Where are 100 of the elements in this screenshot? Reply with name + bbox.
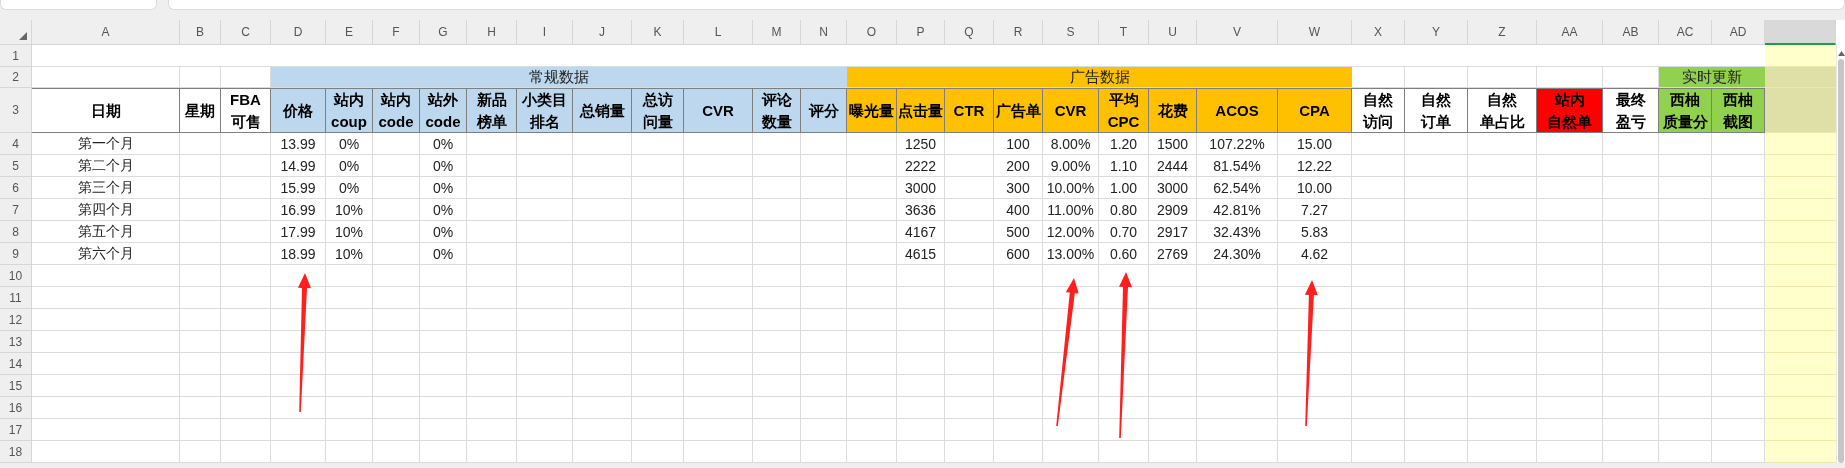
- column-header[interactable]: G: [420, 20, 467, 45]
- header-text: code: [378, 111, 414, 132]
- column-header[interactable]: [1765, 20, 1836, 45]
- table-cell: 600: [994, 243, 1043, 265]
- table-cell: 1.10: [1099, 155, 1149, 177]
- row-header[interactable]: 12: [0, 309, 32, 331]
- header-text: CTR: [953, 100, 985, 121]
- group-header: 实时更新: [1659, 67, 1765, 88]
- table-cell: 2769: [1149, 243, 1197, 265]
- header-text: 榜单: [476, 111, 507, 132]
- column-header[interactable]: T: [1099, 20, 1149, 45]
- scroll-up-icon[interactable]: [1837, 51, 1845, 56]
- row-header[interactable]: 10: [0, 265, 32, 287]
- header-text: 截图: [1723, 111, 1753, 132]
- header-text: 小类目: [522, 89, 567, 110]
- column-header[interactable]: R: [994, 20, 1043, 45]
- column-header[interactable]: V: [1197, 20, 1278, 45]
- table-cell: 1.00: [1099, 177, 1149, 199]
- column-header[interactable]: S: [1043, 20, 1099, 45]
- header-text: 花费: [1157, 100, 1188, 121]
- table-cell: 0%: [420, 133, 467, 155]
- column-header[interactable]: I: [517, 20, 573, 45]
- column-header[interactable]: AD: [1712, 20, 1765, 45]
- table-cell: 4.62: [1278, 243, 1352, 265]
- column-header[interactable]: H: [467, 20, 517, 45]
- row-header[interactable]: 6: [0, 177, 32, 199]
- corner-triangle-icon: [19, 32, 27, 40]
- header-text: 自然: [1421, 89, 1451, 110]
- header-text: 新品: [476, 89, 507, 110]
- header-text: 广告单: [995, 100, 1041, 121]
- table-cell: 3000: [897, 177, 945, 199]
- column-header[interactable]: F: [373, 20, 420, 45]
- row-header[interactable]: 2: [0, 67, 32, 88]
- table-cell: 第一个月: [32, 133, 180, 155]
- column-header[interactable]: E: [326, 20, 373, 45]
- column-header[interactable]: U: [1149, 20, 1197, 45]
- column-header[interactable]: D: [271, 20, 326, 45]
- table-cell: 10.00: [1278, 177, 1352, 199]
- select-all-corner[interactable]: [0, 20, 32, 45]
- column-header[interactable]: AB: [1603, 20, 1659, 45]
- row-header[interactable]: 17: [0, 419, 32, 441]
- column-header[interactable]: X: [1352, 20, 1405, 45]
- table-cell: 0%: [420, 177, 467, 199]
- header-text: 最终: [1615, 89, 1646, 110]
- header-text: 评论: [761, 89, 792, 110]
- column-header[interactable]: C: [221, 20, 271, 45]
- table-cell: 16.99: [271, 199, 326, 221]
- column-header[interactable]: A: [32, 20, 180, 45]
- table-cell: 18.99: [271, 243, 326, 265]
- table-cell: 10%: [326, 221, 373, 243]
- table-cell: 8.00%: [1043, 133, 1099, 155]
- column-header[interactable]: N: [801, 20, 847, 45]
- row-header[interactable]: 18: [0, 441, 32, 463]
- header-text: 平均: [1108, 89, 1139, 110]
- column-header[interactable]: J: [573, 20, 632, 45]
- table-cell: 13.99: [271, 133, 326, 155]
- name-box[interactable]: [0, 0, 157, 10]
- table-cell: 12.22: [1278, 155, 1352, 177]
- row-header[interactable]: 13: [0, 331, 32, 353]
- column-header[interactable]: P: [897, 20, 945, 45]
- column-header[interactable]: Q: [945, 20, 994, 45]
- column-header[interactable]: Y: [1405, 20, 1468, 45]
- row-header[interactable]: 1: [0, 45, 32, 67]
- table-cell: 100: [994, 133, 1043, 155]
- row-header[interactable]: 3: [0, 88, 32, 133]
- header-text: 排名: [529, 111, 560, 132]
- column-header[interactable]: Z: [1468, 20, 1537, 45]
- header-text: 问量: [642, 111, 673, 132]
- row-header[interactable]: 4: [0, 133, 32, 155]
- scrollbar-thumb[interactable]: [1838, 59, 1844, 463]
- column-header[interactable]: AA: [1537, 20, 1603, 45]
- row-header[interactable]: 8: [0, 221, 32, 243]
- row-header[interactable]: 15: [0, 375, 32, 397]
- header-text: 自然: [1363, 89, 1393, 110]
- row-header[interactable]: 11: [0, 287, 32, 309]
- table-cell: 第四个月: [32, 199, 180, 221]
- column-header[interactable]: AC: [1659, 20, 1712, 45]
- row-header[interactable]: 14: [0, 353, 32, 375]
- header-text: 单占比: [1479, 111, 1525, 132]
- column-header[interactable]: M: [753, 20, 801, 45]
- row-header[interactable]: 16: [0, 397, 32, 419]
- group-header: 常规数据: [271, 67, 847, 88]
- column-header[interactable]: O: [847, 20, 897, 45]
- header-text: 日期: [90, 100, 121, 121]
- column-header[interactable]: K: [632, 20, 684, 45]
- table-cell: 400: [994, 199, 1043, 221]
- table-cell: 7.27: [1278, 199, 1352, 221]
- header-text: 订单: [1421, 111, 1451, 132]
- header-text: 总销量: [579, 100, 625, 121]
- header-text: FBA: [230, 89, 261, 110]
- formula-bar[interactable]: [168, 0, 1845, 10]
- column-header[interactable]: L: [684, 20, 753, 45]
- row-header[interactable]: 9: [0, 243, 32, 265]
- header-text: 站内: [1554, 89, 1585, 110]
- row-header[interactable]: 5: [0, 155, 32, 177]
- row-header[interactable]: 7: [0, 199, 32, 221]
- column-header[interactable]: B: [180, 20, 221, 45]
- table-cell: 2444: [1149, 155, 1197, 177]
- header-text: 站内: [381, 89, 411, 110]
- column-header[interactable]: W: [1278, 20, 1352, 45]
